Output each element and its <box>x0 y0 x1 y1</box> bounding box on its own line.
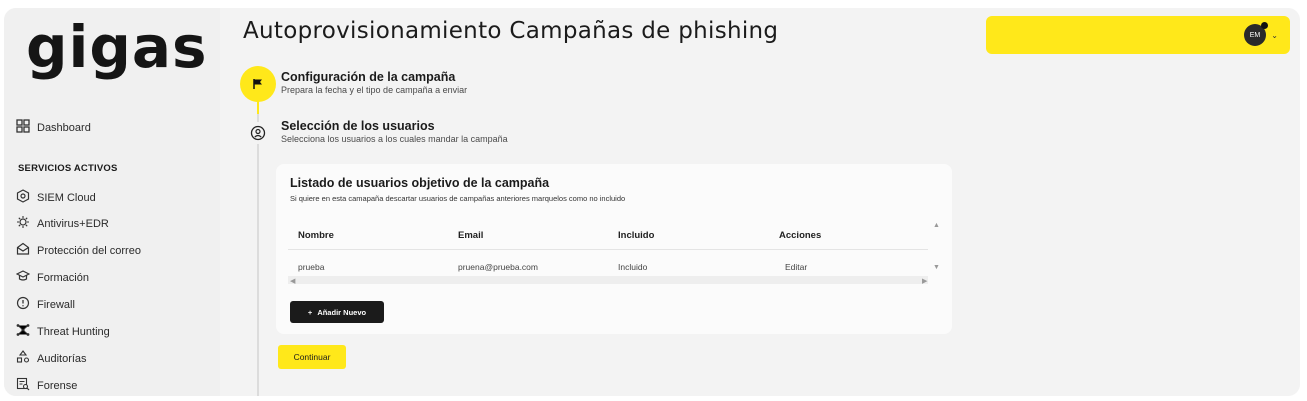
sidebar-item-firewall[interactable]: Firewall <box>16 296 75 313</box>
users-card: Listado de usuarios objetivo de la campa… <box>276 164 952 334</box>
sidebar-item-formacion[interactable]: Formación <box>15 269 89 286</box>
continue-button[interactable]: Continuar <box>278 345 346 369</box>
scroll-left-icon[interactable]: ◀ <box>290 277 295 285</box>
sidebar-item-forense[interactable]: Forense <box>16 377 77 394</box>
sidebar-item-label: SIEM Cloud <box>37 191 96 204</box>
user-circle-icon <box>247 122 269 144</box>
add-new-label: Añadir Nuevo <box>317 307 367 317</box>
step-1-subtitle: Prepara la fecha y el tipo de campaña a … <box>281 85 468 95</box>
sidebar-item-label: Firewall <box>37 298 75 311</box>
app-frame: gigas Dashboard SERVICIOS ACTIVOS SIEM C… <box>4 8 1300 396</box>
forensic-icon <box>16 377 30 394</box>
sidebar-item-antivirus[interactable]: Antivirus+EDR <box>16 215 109 232</box>
horizontal-scrollbar[interactable] <box>288 276 928 284</box>
cell-nombre: prueba <box>298 262 325 272</box>
sidebar-item-dashboard[interactable]: Dashboard <box>16 119 91 136</box>
edit-link[interactable]: Editar <box>785 262 807 272</box>
step-2-subtitle: Selecciona los usuarios a los cuales man… <box>281 134 508 144</box>
sidebar-item-label: Antivirus+EDR <box>37 217 109 230</box>
eye-icon <box>16 189 30 206</box>
card-subtitle: Si quiere en esta camapaña descartar usu… <box>290 194 626 203</box>
sidebar-item-label: Threat Hunting <box>37 325 110 338</box>
plus-icon: + <box>307 307 313 317</box>
sidebar-item-label: Protección del correo <box>37 244 141 257</box>
flag-icon <box>240 66 276 102</box>
scroll-right-icon[interactable]: ▶ <box>922 277 927 285</box>
top-bar: EM ⌄ <box>986 16 1290 54</box>
scroll-up-icon[interactable]: ▲ <box>933 222 940 229</box>
column-header-email[interactable]: Email <box>458 230 483 241</box>
sidebar: gigas Dashboard SERVICIOS ACTIVOS SIEM C… <box>4 8 220 396</box>
column-header-nombre[interactable]: Nombre <box>298 230 334 241</box>
cell-email: pruena@prueba.com <box>458 262 538 272</box>
dashboard-icon <box>16 119 30 136</box>
mail-shield-icon <box>16 242 30 259</box>
graduation-cap-icon <box>15 269 31 286</box>
shield-alert-icon <box>16 296 30 313</box>
notification-dot <box>1261 22 1268 29</box>
network-icon <box>16 323 30 340</box>
sidebar-item-label: Dashboard <box>37 121 91 134</box>
table-divider <box>288 249 928 250</box>
scroll-down-icon[interactable]: ▼ <box>933 264 940 271</box>
sidebar-item-label: Formación <box>37 271 89 284</box>
cell-incluido[interactable]: Incluido <box>618 262 647 272</box>
main-content: Autoprovisionamiento Campañas de phishin… <box>220 8 1300 396</box>
step-1-title[interactable]: Configuración de la campaña <box>281 70 455 84</box>
column-header-incluido[interactable]: Incluido <box>618 230 654 241</box>
step-2-title[interactable]: Selección de los usuarios <box>281 119 435 133</box>
sidebar-item-auditorias[interactable]: Auditorías <box>16 350 87 367</box>
sidebar-item-siem[interactable]: SIEM Cloud <box>16 189 96 206</box>
bug-icon <box>16 215 30 232</box>
sidebar-item-proteccion-correo[interactable]: Protección del correo <box>16 242 141 259</box>
logo: gigas <box>26 13 208 81</box>
column-header-acciones: Acciones <box>779 230 822 241</box>
section-title: SERVICIOS ACTIVOS <box>18 163 118 174</box>
card-title: Listado de usuarios objetivo de la campa… <box>290 176 550 190</box>
chevron-down-icon[interactable]: ⌄ <box>1271 31 1278 40</box>
sidebar-item-label: Forense <box>37 379 78 392</box>
audit-icon <box>16 350 30 367</box>
page-title: Autoprovisionamiento Campañas de phishin… <box>243 18 779 44</box>
sidebar-item-label: Auditorías <box>37 352 87 365</box>
sidebar-item-threat-hunting[interactable]: Threat Hunting <box>16 323 110 340</box>
add-new-button[interactable]: + Añadir Nuevo <box>290 301 384 323</box>
